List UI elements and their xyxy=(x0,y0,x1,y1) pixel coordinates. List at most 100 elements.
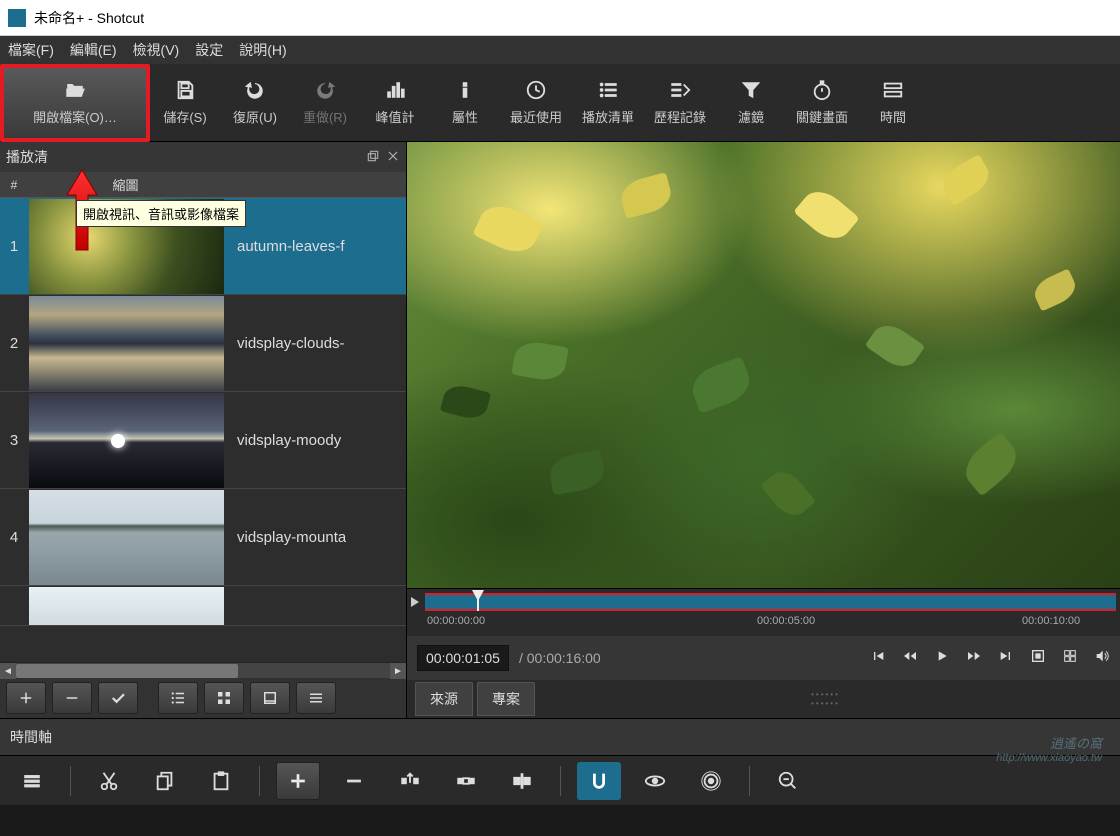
delete-button[interactable] xyxy=(332,762,376,800)
save-label: 儲存(S) xyxy=(163,107,206,126)
peak-meter-button[interactable]: 峰值計 xyxy=(360,68,430,138)
item-number: 3 xyxy=(0,432,28,449)
history-label: 歷程記錄 xyxy=(654,107,706,126)
scroll-thumb[interactable] xyxy=(16,664,238,678)
peak-meter-icon xyxy=(384,79,406,101)
scrub-button[interactable] xyxy=(633,762,677,800)
cut-button[interactable] xyxy=(87,762,131,800)
volume-button[interactable] xyxy=(1094,648,1110,669)
view-icons-button[interactable] xyxy=(250,682,290,714)
rewind-button[interactable] xyxy=(902,648,918,669)
tick-label: 00:00:00:00 xyxy=(427,615,485,627)
separator xyxy=(259,766,260,796)
column-number[interactable]: # xyxy=(0,178,28,192)
playlist-list: 1 autumn-leaves-f 2 vidsplay-clouds- 3 v… xyxy=(0,198,406,662)
undo-label: 復原(U) xyxy=(233,107,277,126)
copy-button[interactable] xyxy=(143,762,187,800)
item-name: vidsplay-moody xyxy=(225,432,341,449)
playhead-icon[interactable] xyxy=(471,589,485,611)
list-icon xyxy=(597,79,619,101)
video-preview[interactable] xyxy=(407,142,1120,588)
item-thumbnail xyxy=(29,393,224,488)
playlist-item[interactable]: 2 vidsplay-clouds- xyxy=(0,295,406,392)
save-button[interactable]: 儲存(S) xyxy=(150,68,220,138)
watermark-url: http://www.xiaoyao.tw xyxy=(996,752,1102,764)
open-file-button[interactable]: 開啟檔案(O)… xyxy=(0,64,150,142)
grid-button[interactable] xyxy=(1062,648,1078,669)
fast-forward-button[interactable] xyxy=(966,648,982,669)
drag-handle-icon[interactable]: •••••••••••• xyxy=(539,690,1112,708)
menu-view[interactable]: 檢視(V) xyxy=(133,40,180,60)
tab-project[interactable]: 專案 xyxy=(477,682,535,716)
preview-scrubber[interactable]: 00:00:00:00 00:00:05:00 00:00:10:00 xyxy=(407,588,1120,636)
timeline-menu-button[interactable] xyxy=(10,762,54,800)
playlist-item[interactable]: 3 vidsplay-moody xyxy=(0,392,406,489)
redo-button[interactable]: 重做(R) xyxy=(290,68,360,138)
remove-button[interactable] xyxy=(52,682,92,714)
item-name: vidsplay-mounta xyxy=(225,529,346,546)
save-icon xyxy=(174,79,196,101)
view-tiles-button[interactable] xyxy=(204,682,244,714)
playlist-button[interactable]: 播放清單 xyxy=(572,68,644,138)
playlist-item[interactable] xyxy=(0,586,406,626)
undock-icon[interactable] xyxy=(366,149,380,166)
skip-previous-button[interactable] xyxy=(870,648,886,669)
add-button[interactable] xyxy=(6,682,46,714)
playlist-item[interactable]: 4 vidsplay-mounta xyxy=(0,489,406,586)
keyframes-button[interactable]: 關鍵畫面 xyxy=(786,68,858,138)
menu-help[interactable]: 說明(H) xyxy=(239,40,286,60)
scroll-right-icon[interactable]: ► xyxy=(390,663,406,679)
item-thumbnail xyxy=(29,490,224,585)
zoom-out-button[interactable] xyxy=(766,762,810,800)
snap-button[interactable] xyxy=(577,762,621,800)
append-button[interactable] xyxy=(276,762,320,800)
playlist-label: 播放清單 xyxy=(582,107,634,126)
history-button[interactable]: 歷程記錄 xyxy=(644,68,716,138)
timeline-label: 時間軸 xyxy=(0,719,1120,755)
scroll-left-icon[interactable]: ◄ xyxy=(0,663,16,679)
timeline-icon xyxy=(882,79,904,101)
properties-button[interactable]: 屬性 xyxy=(430,68,500,138)
timeline-button[interactable]: 時間 xyxy=(858,68,928,138)
peak-label: 峰值計 xyxy=(375,107,414,126)
menu-button[interactable] xyxy=(296,682,336,714)
scrubber-track[interactable] xyxy=(425,593,1116,611)
properties-label: 屬性 xyxy=(452,107,478,126)
zoom-fit-button[interactable] xyxy=(1030,648,1046,669)
undo-icon xyxy=(244,79,266,101)
close-panel-icon[interactable] xyxy=(386,149,400,166)
playlist-hscrollbar[interactable]: ◄ ► xyxy=(0,662,406,678)
separator xyxy=(560,766,561,796)
main-area: 播放清 # 縮圖 1 autumn-leaves-f 2 vidsplay-cl… xyxy=(0,142,1120,718)
filters-button[interactable]: 濾鏡 xyxy=(716,68,786,138)
menu-settings[interactable]: 設定 xyxy=(195,40,223,60)
tab-source[interactable]: 來源 xyxy=(415,682,473,716)
paste-button[interactable] xyxy=(199,762,243,800)
main-toolbar: 開啟檔案(O)… 儲存(S) 復原(U) 重做(R) 峰值計 屬性 最近使用 xyxy=(0,64,1120,142)
watermark: 逍遙の窩 http://www.xiaoyao.tw xyxy=(996,733,1102,764)
column-thumbnail[interactable]: 縮圖 xyxy=(28,175,223,194)
folder-open-icon xyxy=(64,79,86,101)
skip-next-button[interactable] xyxy=(998,648,1014,669)
update-button[interactable] xyxy=(98,682,138,714)
menu-file[interactable]: 檔案(F) xyxy=(8,40,54,60)
playlist-panel-title: 播放清 xyxy=(6,147,48,167)
keyframes-label: 關鍵畫面 xyxy=(796,107,848,126)
lift-button[interactable] xyxy=(388,762,432,800)
split-button[interactable] xyxy=(500,762,544,800)
undo-button[interactable]: 復原(U) xyxy=(220,68,290,138)
ripple-button[interactable] xyxy=(689,762,733,800)
source-tabs: 來源 專案 •••••••••••• xyxy=(407,680,1120,718)
overwrite-button[interactable] xyxy=(444,762,488,800)
menu-edit[interactable]: 編輯(E) xyxy=(70,40,117,60)
view-detailed-button[interactable] xyxy=(158,682,198,714)
current-time[interactable]: 00:00:01:05 xyxy=(417,645,509,671)
separator xyxy=(749,766,750,796)
in-point-icon[interactable] xyxy=(409,595,421,609)
playlist-toolbar xyxy=(0,678,406,718)
play-button[interactable] xyxy=(934,648,950,669)
recent-button[interactable]: 最近使用 xyxy=(500,68,572,138)
watermark-title: 逍遙の窩 xyxy=(996,733,1102,752)
item-thumbnail xyxy=(29,587,224,625)
menubar: 檔案(F) 編輯(E) 檢視(V) 設定 說明(H) xyxy=(0,36,1120,64)
